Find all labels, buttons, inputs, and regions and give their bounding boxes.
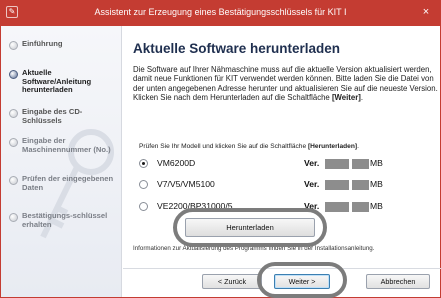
model-name: VM6200D (157, 158, 196, 168)
step-status-icon (9, 213, 18, 222)
redacted-size (352, 202, 369, 212)
content-panel: Aktuelle Software herunterladen Die Soft… (123, 26, 441, 298)
step-label: Aktuelle Software/Anleitung herunterlade… (22, 68, 92, 95)
model-name: V7/V5/VM5100 (157, 179, 215, 189)
model-instruction: Prüfen Sie Ihr Modell und klicken Sie au… (139, 143, 359, 150)
step-label: Eingabe des CD-Schlüssels (22, 107, 83, 125)
step-status-icon (9, 41, 18, 50)
step-label: Einführung (22, 39, 63, 48)
radio-button[interactable] (139, 180, 148, 189)
step-status-icon (9, 70, 18, 79)
step-label: Bestätigungs-schlüssel erhalten (22, 211, 108, 229)
radio-button[interactable] (139, 202, 148, 211)
size-unit: MB (370, 158, 383, 168)
redacted-size (352, 159, 369, 169)
step-status-icon (9, 109, 18, 118)
page-title: Aktuelle Software herunterladen (133, 41, 341, 56)
version-label: Ver. (304, 179, 320, 189)
redacted-version (325, 180, 349, 190)
cancel-button[interactable]: Abbrechen (366, 274, 430, 289)
download-highlight-ring (173, 208, 327, 247)
title-bar: ✎ Assistent zur Erzeugung eines Bestätig… (0, 0, 441, 26)
size-unit: MB (370, 201, 383, 211)
next-highlight-ring (257, 262, 347, 298)
download-reference: [Herunterladen] (307, 143, 358, 150)
radio-button[interactable] (139, 159, 148, 168)
version-label: Ver. (304, 158, 320, 168)
step-status-icon (9, 138, 18, 147)
model-option-v7-v5-vm5100[interactable]: V7/V5/VM5100 Ver. MB (139, 178, 429, 192)
next-reference: [Weiter] (331, 93, 361, 103)
size-unit: MB (370, 179, 383, 189)
wizard-steps-sidebar: Einführung Aktuelle Software/Anleitung h… (1, 26, 122, 297)
redacted-version (325, 159, 349, 169)
back-button[interactable]: < Zurück (202, 274, 262, 289)
description-text: Die Software auf Ihrer Nähmaschine muss … (133, 65, 438, 103)
wizard-window: Einführung Aktuelle Software/Anleitung h… (0, 26, 441, 298)
close-icon[interactable]: × (417, 3, 435, 21)
window-title: Assistent zur Erzeugung eines Bestätigun… (94, 7, 347, 17)
step-label: Prüfen der eingegebenen Daten (22, 174, 114, 192)
step-label: Eingabe der Maschinennummer (No.) (22, 136, 111, 154)
step-status-icon (9, 176, 18, 185)
app-icon: ✎ (6, 6, 18, 18)
redacted-version (325, 202, 349, 212)
model-option-vm6200d[interactable]: VM6200D Ver. MB (139, 157, 429, 171)
redacted-size (352, 180, 369, 190)
